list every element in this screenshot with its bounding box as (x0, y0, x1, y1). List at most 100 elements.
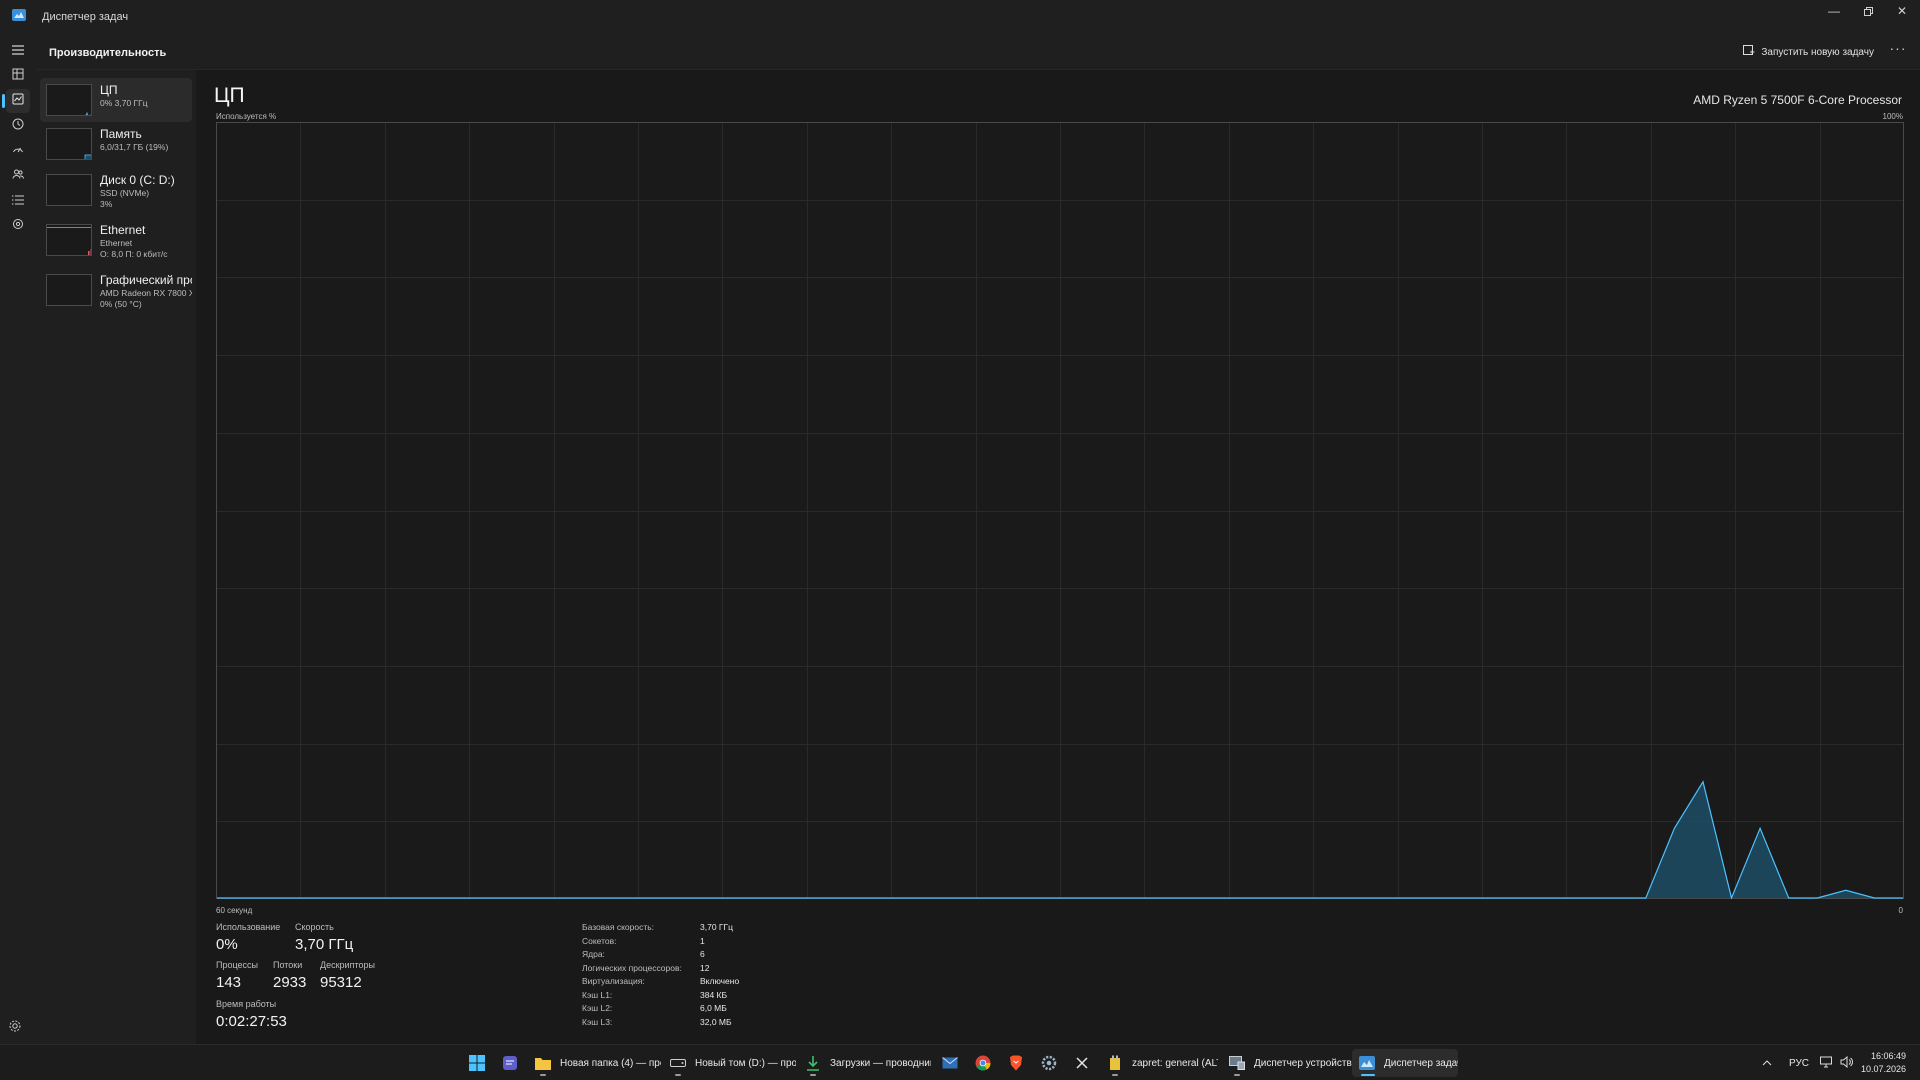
chevron-up-icon (1762, 1058, 1772, 1069)
device-cpu[interactable]: ЦП 0% 3,70 ГГц (40, 78, 192, 122)
running-indicator (810, 1074, 816, 1076)
uptime-value: 0:02:27:53 (216, 1013, 287, 1030)
nav-details[interactable] (6, 189, 30, 213)
l2-cache-key: Кэш L2: (582, 1003, 613, 1013)
running-indicator (1112, 1074, 1118, 1076)
graph-min-label: 0 (1898, 906, 1903, 915)
run-task-label: Запустить новую задачу (1761, 46, 1874, 58)
taskbar-app-zapret[interactable]: zapret: general (ALT) (1100, 1049, 1218, 1077)
hamburger-icon (12, 42, 24, 60)
taskbar-app-x[interactable] (1067, 1049, 1097, 1077)
logical-processors-value: 12 (700, 962, 710, 973)
taskbar-app-widgets[interactable] (495, 1049, 525, 1077)
network-monitor-icon (1820, 1056, 1832, 1071)
nav-services[interactable] (6, 214, 30, 238)
run-new-task-button[interactable]: Запустить новую задачу (1743, 42, 1874, 62)
disk-mini-graph (46, 174, 92, 206)
mail-icon (941, 1054, 959, 1072)
chat-app-icon (501, 1054, 519, 1072)
folder-icon (534, 1054, 552, 1072)
nav-startup-apps[interactable] (6, 139, 30, 163)
users-icon (12, 167, 25, 185)
cpu-panel: ЦП AMD Ryzen 5 7500F 6-Core Processor Ис… (196, 70, 1920, 1044)
nav-processes[interactable] (6, 64, 30, 88)
settings-button[interactable] (8, 1019, 28, 1039)
taskbar-app-label: Загрузки — проводник (830, 1057, 931, 1069)
taskbar-app-device-manager[interactable]: Диспетчер устройств (1222, 1049, 1352, 1077)
taskbar-app-mail[interactable] (935, 1049, 965, 1077)
device-manager-icon (1228, 1054, 1246, 1072)
l1-cache-value: 384 КБ (700, 989, 728, 1000)
device-gpu[interactable]: Графический про AMD Radeon RX 7800 X 0% … (40, 268, 192, 314)
usage-label: Использование (216, 922, 281, 932)
processes-value: 143 (216, 974, 242, 991)
uptime-label: Время работы (216, 999, 277, 1009)
hamburger-menu-button[interactable] (6, 39, 30, 63)
device-disk[interactable]: Диск 0 (C: D:) SSD (NVMe) 3% (40, 168, 192, 214)
sockets-value: 1 (700, 935, 705, 946)
clock-date: 10.07.2026 (1860, 1064, 1906, 1074)
nav-users[interactable] (6, 164, 30, 188)
details-list-icon (12, 192, 24, 210)
graph-time-axis-label: 60 секунд (216, 906, 253, 915)
l3-cache-key: Кэш L3: (582, 1016, 613, 1027)
speed-value: 3,70 ГГц (295, 936, 354, 953)
taskbar-app-explorer-1[interactable]: Новая папка (4) — про (528, 1049, 661, 1077)
taskbar-app-explorer-2[interactable]: Новый том (D:) — прои (663, 1049, 796, 1077)
restore-button[interactable] (1851, 0, 1885, 22)
taskbar: Новая папка (4) — про Новый том (D:) — п… (0, 1044, 1920, 1080)
device-detail: Ethernet (100, 238, 133, 248)
task-manager-app-icon (12, 8, 26, 21)
device-detail: AMD Radeon RX 7800 X (100, 288, 192, 298)
download-arrow-icon (804, 1054, 822, 1072)
sockets-key: Сокетов: (582, 935, 617, 946)
device-name: ЦП (100, 83, 118, 97)
taskbar-app-chrome[interactable] (968, 1049, 998, 1077)
run-task-icon (1743, 44, 1755, 60)
device-name: Диск 0 (C: D:) (100, 173, 175, 187)
memory-mini-graph (46, 128, 92, 160)
device-detail: 6,0/31,7 ГБ (19%) (100, 142, 169, 152)
system-clock[interactable]: 16:06:49 10.07.2026 (1861, 1050, 1906, 1076)
threads-label: Потоки (273, 960, 303, 970)
start-button[interactable] (462, 1049, 492, 1077)
taskbar-app-brave[interactable] (1001, 1049, 1031, 1077)
running-indicator (675, 1074, 681, 1076)
l1-cache-key: Кэш L1: (582, 989, 613, 1000)
nav-app-history[interactable] (6, 114, 30, 138)
taskbar-app-settings[interactable] (1034, 1049, 1064, 1077)
tray-overflow-button[interactable] (1762, 1045, 1772, 1080)
device-memory[interactable]: Память 6,0/31,7 ГБ (19%) (40, 122, 192, 166)
cores-value: 6 (700, 949, 705, 959)
taskbar-app-explorer-3[interactable]: Загрузки — проводник (798, 1049, 931, 1077)
title-bar: Диспетчер задач — ✕ (0, 0, 1920, 34)
taskbar-app-task-manager[interactable]: Диспетчер задач (1352, 1049, 1458, 1077)
more-options-button[interactable]: ··· (1886, 40, 1910, 64)
tray-status-group[interactable] (1820, 1045, 1853, 1080)
toolbar: Производительность Запустить новую задач… (36, 34, 1920, 70)
taskbar-app-label: Диспетчер задач (1384, 1057, 1458, 1069)
graph-label: Используется % (216, 112, 277, 121)
minimize-button[interactable]: — (1817, 0, 1851, 22)
device-detail-2: 0% (50 °C) (100, 299, 142, 309)
taskbar-app-label: zapret: general (ALT) (1132, 1057, 1218, 1069)
base-speed-value: 3,70 ГГц (700, 922, 733, 932)
l2-cache-value: 6,0 МБ (700, 1003, 727, 1013)
clock-time: 16:06:49 (1870, 1051, 1906, 1061)
cpu-mini-graph (46, 84, 92, 116)
chrome-icon (974, 1054, 992, 1072)
logical-processors-key: Логических процессоров: (582, 962, 682, 973)
processes-icon (12, 67, 24, 85)
language-indicator[interactable]: РУС (1789, 1045, 1809, 1080)
virtualization-value: Включено (700, 976, 740, 986)
threads-value: 2933 (273, 974, 307, 991)
device-detail: SSD (NVMe) (100, 188, 150, 198)
running-indicator (1234, 1074, 1240, 1076)
window-title: Диспетчер задач (42, 11, 129, 23)
nav-performance[interactable] (6, 89, 30, 113)
close-button[interactable]: ✕ (1885, 0, 1919, 22)
device-ethernet[interactable]: Ethernet Ethernet О: 8,0 П: 0 кбит/с (40, 218, 192, 264)
device-list: ЦП 0% 3,70 ГГц Память 6,0/31,7 ГБ (19%) … (36, 70, 196, 1044)
running-indicator (540, 1074, 546, 1076)
performance-icon (12, 92, 24, 110)
